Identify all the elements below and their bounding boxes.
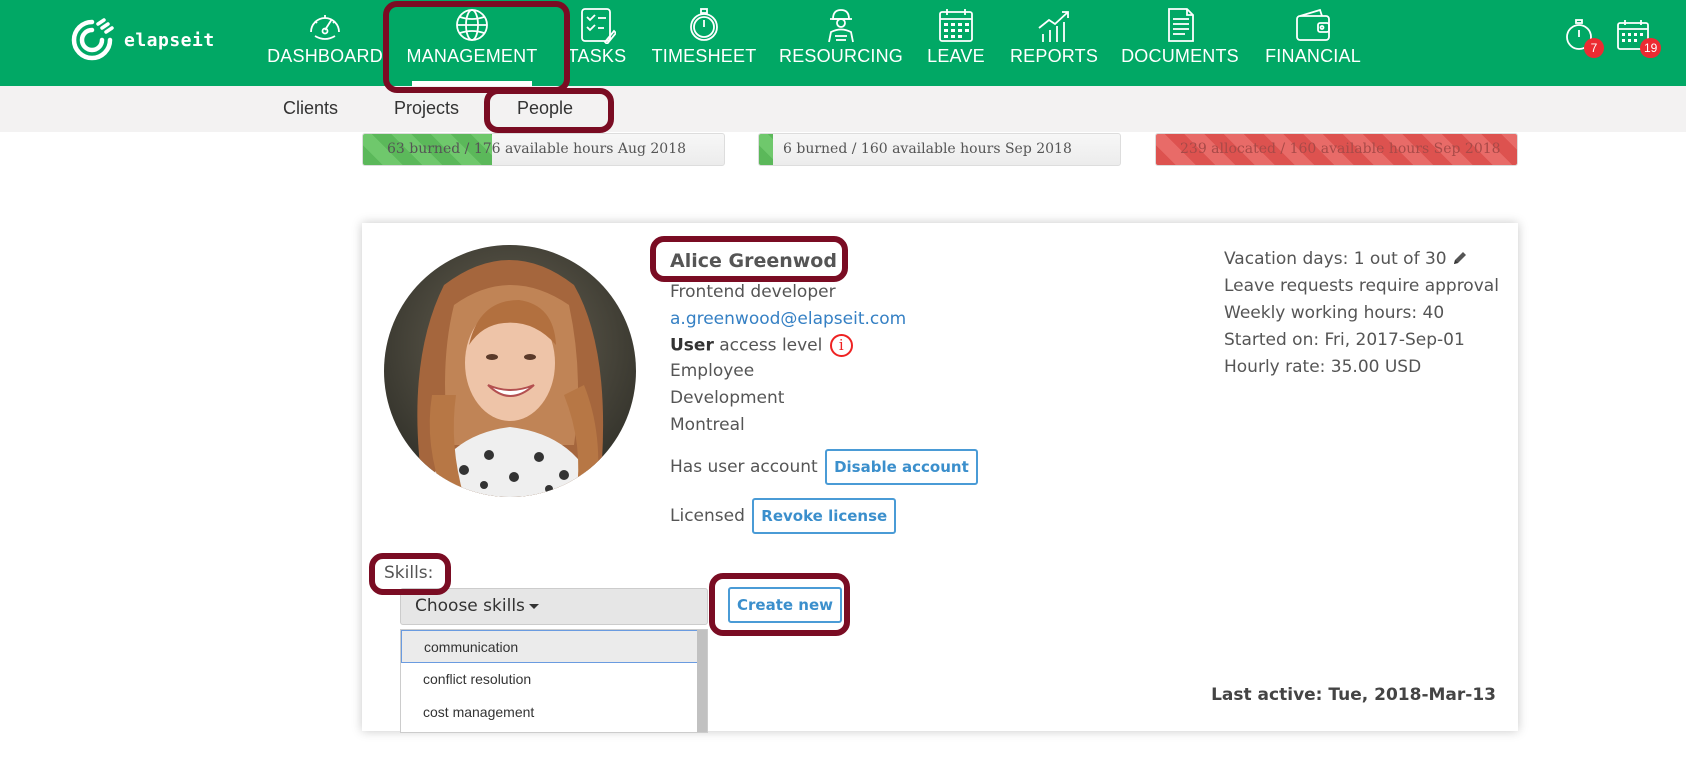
progress-text: 6 burned / 160 available hours Sep 2018 xyxy=(783,141,1072,157)
nav-item-reports[interactable]: REPORTS xyxy=(1010,0,1098,86)
profile-email-link[interactable]: a.greenwood@elapseit.com xyxy=(670,309,906,329)
choose-skills-dropdown[interactable]: Choose skills xyxy=(400,588,708,625)
nav-label-dashboard: DASHBOARD xyxy=(267,46,383,66)
skills-label: Skills: xyxy=(384,563,434,583)
revoke-license-button[interactable]: Revoke license xyxy=(752,498,897,534)
pencil-icon[interactable] xyxy=(1452,250,1468,266)
top-navigation-bar: elapseit DASHBOARD MANAGEMENT TASKS TIME… xyxy=(0,0,1686,86)
nav-item-timesheet[interactable]: TIMESHEET xyxy=(651,0,757,86)
logo[interactable]: elapseit xyxy=(68,16,215,64)
license-text: Licensed xyxy=(670,506,745,526)
progress-bar-sep-2018-burned: 6 burned / 160 available hours Sep 2018 xyxy=(758,133,1121,166)
header-timer[interactable]: 7 xyxy=(1562,18,1604,60)
location: Montreal xyxy=(670,415,745,435)
nav-label-documents: DOCUMENTS xyxy=(1121,46,1239,66)
vacation-days: Vacation days: 1 out of 30 xyxy=(1224,249,1468,269)
profile-name: Alice Greenwod xyxy=(670,250,837,272)
header-calendar[interactable]: 19 xyxy=(1616,18,1662,60)
nav-item-management[interactable]: MANAGEMENT xyxy=(398,0,546,86)
nav-item-dashboard[interactable]: DASHBOARD xyxy=(267,0,383,86)
started-on: Started on: Fri, 2017-Sep-01 xyxy=(1224,330,1465,350)
globe-icon xyxy=(456,9,488,41)
nav-label-tasks: TASKS xyxy=(567,46,627,66)
subnav-people[interactable]: People xyxy=(517,98,573,119)
elapseit-logo-icon xyxy=(71,18,114,61)
wallet-icon xyxy=(1296,8,1330,41)
license-row: Licensed Revoke license xyxy=(670,498,897,534)
dashboard-icon xyxy=(310,15,340,40)
employment-type: Employee xyxy=(670,361,755,381)
skills-dropdown-menu: communication conflict resolution cost m… xyxy=(400,629,708,733)
nav-item-leave[interactable]: LEAVE xyxy=(926,0,986,86)
choose-skills-label: Choose skills xyxy=(415,596,525,616)
progress-bar-aug-2018: 63 burned / 176 available hours Aug 2018 xyxy=(362,133,725,166)
nav-label-financial: FINANCIAL xyxy=(1265,46,1361,66)
avatar xyxy=(384,245,636,497)
progress-fill xyxy=(759,134,773,165)
profile-card: Alice Greenwod Frontend developer a.gree… xyxy=(362,223,1518,733)
nav-label-reports: REPORTS xyxy=(1009,46,1099,66)
nav-label-management: MANAGEMENT xyxy=(406,46,538,66)
nav-item-documents[interactable]: DOCUMENTS xyxy=(1121,0,1239,86)
worker-icon xyxy=(828,9,854,43)
profile-photo xyxy=(384,245,636,497)
weekly-hours: Weekly working hours: 40 xyxy=(1224,303,1445,323)
subnav-clients[interactable]: Clients xyxy=(283,98,338,119)
skill-option[interactable]: cost management xyxy=(401,696,707,729)
timer-badge: 7 xyxy=(1584,38,1604,58)
vacation-days-text: Vacation days: 1 out of 30 xyxy=(1224,249,1447,269)
progress-text: 63 burned / 176 available hours Aug 2018 xyxy=(387,141,687,157)
skill-option[interactable]: creativity xyxy=(401,729,707,732)
stopwatch-icon xyxy=(690,8,718,41)
progress-bar-sep-2018-allocated: 239 allocated / 160 available hours Sep … xyxy=(1155,133,1518,166)
chart-icon xyxy=(1038,11,1069,42)
leave-approval: Leave requests require approval xyxy=(1224,276,1499,296)
profile-title: Frontend developer xyxy=(670,282,836,302)
user-account-row: Has user account Disable account xyxy=(670,449,978,485)
last-active: Last active: Tue, 2018-Mar-13 xyxy=(1211,685,1496,705)
nav-item-financial[interactable]: FINANCIAL xyxy=(1265,0,1361,86)
user-account-text: Has user account xyxy=(670,457,818,477)
nav-item-resourcing[interactable]: RESOURCING xyxy=(779,0,903,86)
create-new-skill-button[interactable]: Create new xyxy=(728,587,842,623)
progress-text: 239 allocated / 160 available hours Sep … xyxy=(1180,141,1501,157)
brand-name: elapseit xyxy=(124,29,215,51)
access-level-role: User xyxy=(670,335,714,356)
disable-account-button[interactable]: Disable account xyxy=(825,449,978,485)
calendar-badge: 19 xyxy=(1640,38,1662,58)
info-icon[interactable]: i xyxy=(829,334,853,357)
department: Development xyxy=(670,388,785,408)
calendar-icon xyxy=(939,9,973,42)
access-level: User access level i xyxy=(670,334,853,357)
caret-down-icon xyxy=(528,603,539,609)
skill-option[interactable]: conflict resolution xyxy=(401,663,707,696)
nav-item-tasks[interactable]: TASKS xyxy=(566,0,628,86)
nav-label-timesheet: TIMESHEET xyxy=(651,46,757,66)
skill-option[interactable]: communication xyxy=(401,630,707,663)
subnav-projects[interactable]: Projects xyxy=(394,98,459,119)
checklist-icon xyxy=(581,8,616,44)
nav-label-resourcing: RESOURCING xyxy=(779,46,904,66)
dropdown-scrollbar[interactable] xyxy=(697,630,707,732)
access-level-suffix: access level xyxy=(719,335,823,356)
sub-navigation: Clients Projects People xyxy=(0,86,1686,132)
document-icon xyxy=(1168,8,1194,42)
hourly-rate: Hourly rate: 35.00 USD xyxy=(1224,357,1422,377)
nav-label-leave: LEAVE xyxy=(927,46,985,66)
